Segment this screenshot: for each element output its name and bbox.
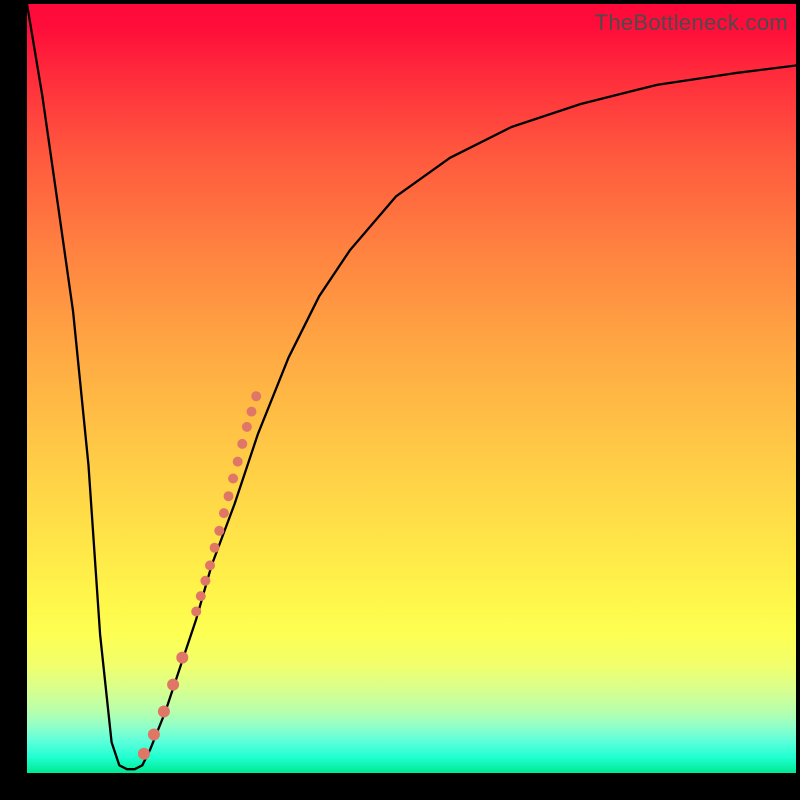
data-markers (138, 391, 261, 760)
plot-area: TheBottleneck.com (27, 4, 796, 773)
chart-overlay (27, 4, 796, 773)
curve-line (27, 4, 796, 769)
chart-frame: TheBottleneck.com (0, 0, 800, 800)
